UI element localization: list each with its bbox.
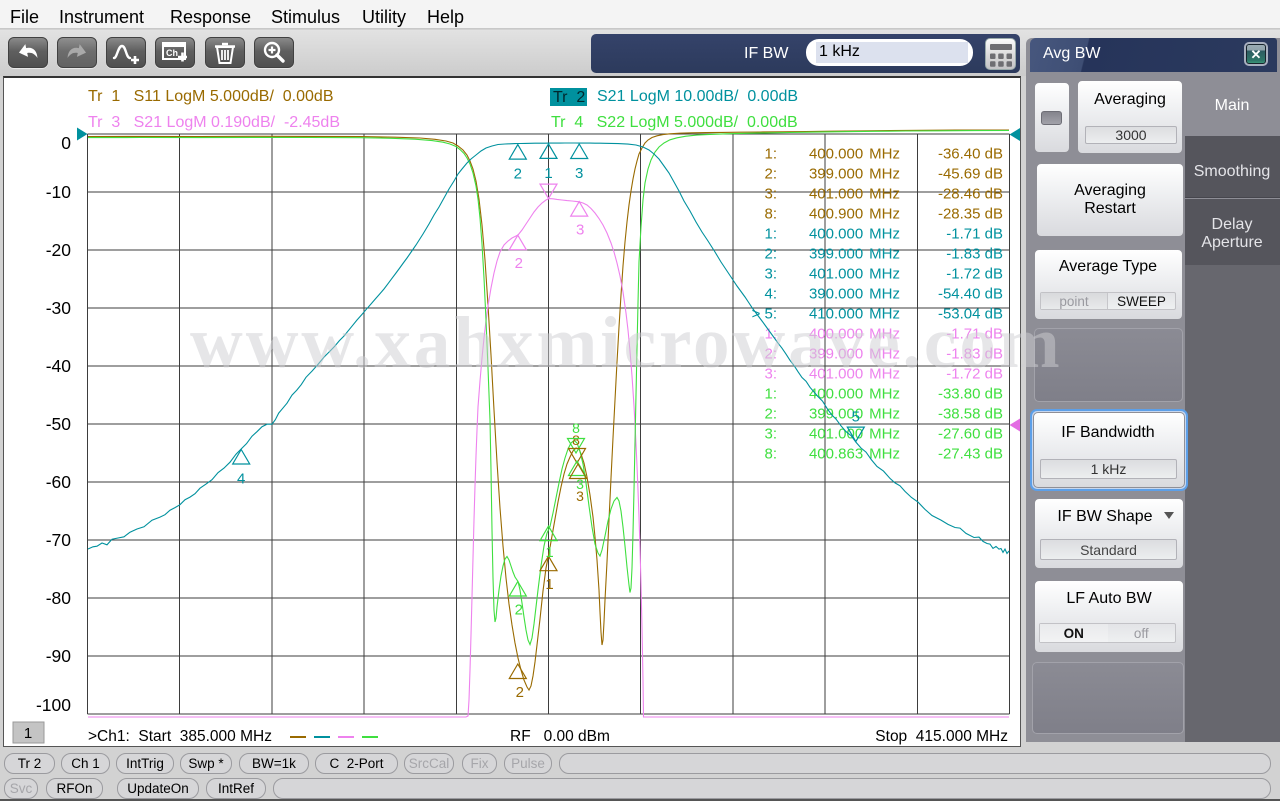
svg-text:3:: 3: bbox=[764, 366, 777, 383]
svg-text:400.000 MHz: 400.000 MHz bbox=[809, 386, 900, 403]
svg-text:2:: 2: bbox=[764, 406, 777, 423]
svg-text:400.863 MHz: 400.863 MHz bbox=[809, 446, 900, 463]
svg-text:401.000 MHz: 401.000 MHz bbox=[809, 186, 900, 203]
svg-text:3:: 3: bbox=[764, 266, 777, 283]
svg-text:3:: 3: bbox=[764, 186, 777, 203]
svg-text:3:: 3: bbox=[764, 426, 777, 443]
svg-text:400.000 MHz: 400.000 MHz bbox=[809, 326, 900, 343]
svg-text:1:: 1: bbox=[764, 386, 777, 403]
svg-text:399.000 MHz: 399.000 MHz bbox=[809, 246, 900, 263]
svg-text:-1.72 dB: -1.72 dB bbox=[946, 266, 1003, 283]
svg-text:> 5:: > 5: bbox=[752, 306, 777, 323]
svg-text:-50: -50 bbox=[46, 414, 72, 434]
svg-text:399.000 MHz: 399.000 MHz bbox=[809, 346, 900, 363]
svg-text:RF 0.00 dBm: RF 0.00 dBm bbox=[510, 728, 610, 745]
svg-text:Tr 3 S21 LogM 0.190dB/ -2.: Tr 3 S21 LogM 0.190dB/ -2.45dB bbox=[88, 114, 340, 131]
svg-text:-45.69 dB: -45.69 dB bbox=[938, 166, 1003, 183]
svg-text:3: 3 bbox=[576, 488, 584, 504]
svg-text:2:: 2: bbox=[764, 246, 777, 263]
svg-text:-100: -100 bbox=[36, 695, 71, 715]
svg-text:>Ch1: Start 385.000 MHz: >Ch1: Start 385.000 MHz bbox=[88, 728, 272, 745]
svg-text:-40: -40 bbox=[46, 356, 72, 376]
svg-text:8:: 8: bbox=[764, 206, 777, 223]
svg-text:-1.71 dB: -1.71 dB bbox=[946, 226, 1003, 243]
svg-text:401.000 MHz: 401.000 MHz bbox=[809, 366, 900, 383]
svg-text:-1.72 dB: -1.72 dB bbox=[946, 366, 1003, 383]
svg-text:1: 1 bbox=[24, 725, 32, 742]
svg-text:410.000 MHz: 410.000 MHz bbox=[809, 306, 900, 323]
svg-text:-30: -30 bbox=[46, 298, 72, 318]
svg-text:0: 0 bbox=[61, 133, 71, 153]
svg-text:401.000 MHz: 401.000 MHz bbox=[809, 266, 900, 283]
svg-text:Tr 2: Tr 2 bbox=[553, 89, 585, 106]
svg-text:-53.04 dB: -53.04 dB bbox=[938, 306, 1003, 323]
svg-text:400.000 MHz: 400.000 MHz bbox=[809, 146, 900, 163]
svg-text:S21 LogM 10.00dB/ 0.00dB: S21 LogM 10.00dB/ 0.00dB bbox=[597, 88, 798, 105]
svg-text:-60: -60 bbox=[46, 472, 72, 492]
svg-text:400.000 MHz: 400.000 MHz bbox=[809, 226, 900, 243]
svg-text:-10: -10 bbox=[46, 182, 72, 202]
svg-text:2: 2 bbox=[516, 684, 524, 701]
svg-text:-38.58 dB: -38.58 dB bbox=[938, 406, 1003, 423]
svg-text:1:: 1: bbox=[764, 146, 777, 163]
svg-text:5: 5 bbox=[852, 409, 860, 426]
svg-text:-1.83 dB: -1.83 dB bbox=[946, 246, 1003, 263]
svg-text:1: 1 bbox=[545, 544, 553, 561]
svg-text:Tr 1 S11 LogM 5.000dB/ 0.0: Tr 1 S11 LogM 5.000dB/ 0.00dB bbox=[88, 88, 333, 105]
svg-text:1: 1 bbox=[544, 165, 552, 182]
svg-text:8: 8 bbox=[572, 432, 580, 448]
svg-text:-1.83 dB: -1.83 dB bbox=[946, 346, 1003, 363]
svg-text:-70: -70 bbox=[46, 530, 72, 550]
svg-text:399.000 MHz: 399.000 MHz bbox=[809, 166, 900, 183]
svg-text:3: 3 bbox=[575, 165, 583, 182]
svg-text:Ch: Ch bbox=[166, 48, 178, 58]
svg-text:-20: -20 bbox=[46, 240, 72, 260]
svg-text:2: 2 bbox=[515, 255, 523, 272]
svg-text:8:: 8: bbox=[764, 446, 777, 463]
svg-text:3: 3 bbox=[576, 222, 584, 239]
svg-text:-90: -90 bbox=[46, 646, 72, 666]
svg-text:2:: 2: bbox=[764, 166, 777, 183]
svg-text:-28.35 dB: -28.35 dB bbox=[938, 206, 1003, 223]
svg-text:-28.46 dB: -28.46 dB bbox=[938, 186, 1003, 203]
svg-text:4:: 4: bbox=[764, 286, 777, 303]
svg-text:-27.60 dB: -27.60 dB bbox=[938, 426, 1003, 443]
svg-text:-33.80 dB: -33.80 dB bbox=[938, 386, 1003, 403]
svg-text:4: 4 bbox=[237, 471, 245, 488]
svg-text:-1.71 dB: -1.71 dB bbox=[946, 326, 1003, 343]
svg-text:400.900 MHz: 400.900 MHz bbox=[809, 206, 900, 223]
svg-text:-36.40 dB: -36.40 dB bbox=[938, 146, 1003, 163]
svg-text:390.000 MHz: 390.000 MHz bbox=[809, 286, 900, 303]
svg-text:-27.43 dB: -27.43 dB bbox=[938, 446, 1003, 463]
svg-text:1:: 1: bbox=[764, 226, 777, 243]
svg-text:2: 2 bbox=[515, 602, 523, 619]
svg-text:-80: -80 bbox=[46, 588, 72, 608]
svg-text:2: 2 bbox=[514, 166, 522, 183]
svg-text:Stop 415.000 MHz: Stop 415.000 MHz bbox=[875, 728, 1008, 745]
svg-text:Tr 4 S22 LogM 5.000dB/ 0.0: Tr 4 S22 LogM 5.000dB/ 0.00dB bbox=[551, 114, 798, 131]
svg-text:-54.40 dB: -54.40 dB bbox=[938, 286, 1003, 303]
svg-text:1: 1 bbox=[545, 576, 553, 593]
svg-text:2:: 2: bbox=[764, 346, 777, 363]
